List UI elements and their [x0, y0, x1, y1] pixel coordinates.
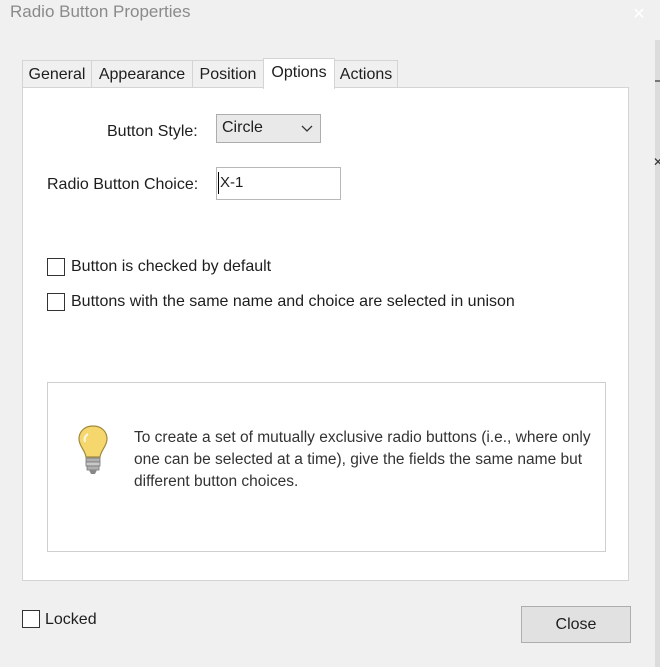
tab-appearance[interactable]: Appearance	[91, 60, 193, 88]
edge-close-icon: ✕	[653, 155, 660, 169]
close-button[interactable]: Close	[521, 606, 631, 643]
chevron-down-icon	[301, 125, 313, 132]
checked-by-default-label: Button is checked by default	[71, 258, 272, 275]
window-edge	[655, 40, 660, 667]
tab-actions[interactable]: Actions	[334, 60, 398, 88]
locked-checkbox[interactable]	[22, 610, 40, 628]
radio-choice-value: X-1	[220, 174, 244, 191]
button-style-dropdown[interactable]: Circle	[216, 114, 321, 143]
select-in-unison-label: Buttons with the same name and choice ar…	[71, 293, 515, 310]
info-text: To create a set of mutually exclusive ra…	[134, 429, 591, 490]
button-style-label: Button Style:	[107, 123, 198, 140]
button-style-value: Circle	[222, 119, 263, 136]
tab-options[interactable]: Options	[263, 58, 335, 89]
locked-label: Locked	[45, 611, 97, 628]
tab-general[interactable]: General	[22, 60, 92, 88]
tab-position[interactable]: Position	[192, 60, 264, 88]
lightbulb-icon	[78, 425, 108, 474]
checked-by-default-checkbox[interactable]	[47, 258, 65, 276]
window-close-icon[interactable]: ✕	[624, 0, 654, 30]
radio-choice-input[interactable]: X-1	[216, 167, 341, 200]
window-title: Radio Button Properties	[10, 2, 191, 21]
text-cursor	[218, 172, 219, 194]
edge-marker	[655, 80, 660, 82]
radio-choice-label: Radio Button Choice:	[47, 176, 199, 193]
select-in-unison-checkbox[interactable]	[47, 293, 65, 311]
